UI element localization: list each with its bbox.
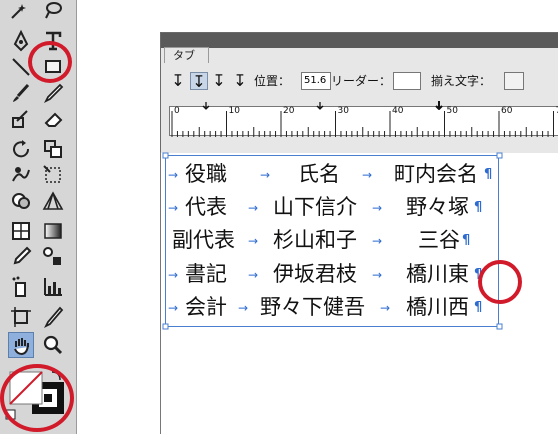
right-justified-tab-icon[interactable]: ↧ [210, 72, 228, 90]
tabs-panel: タブ ↧ ↧ ↧ ↧ 位置： 51.6 リーダー： 揃え文字： 0 10 20 30 4… [160, 32, 558, 153]
tab-marker-icon: → [168, 168, 179, 182]
frame-handle-top-left[interactable] [162, 152, 170, 160]
zoom-tool-icon[interactable] [40, 332, 66, 358]
name-cell: 杉山和子 [273, 228, 357, 252]
slice-tool-icon[interactable] [40, 304, 66, 330]
perspective-grid-icon[interactable] [40, 188, 66, 214]
mesh-tool-icon[interactable] [8, 218, 34, 244]
district-cell: 橋川西 [406, 295, 469, 319]
tab-marker-icon: → [168, 268, 179, 282]
tab-marker-icon: → [380, 301, 391, 315]
pilcrow-icon: ¶ [484, 167, 493, 182]
hand-tool-icon[interactable] [8, 332, 34, 358]
pilcrow-icon: ¶ [474, 200, 483, 215]
annotation-circle-fill-stroke [0, 364, 74, 432]
table-row: → 会計 → 野々下健吾 → 橋川西 ¶ [168, 293, 498, 321]
panel-tab-title[interactable]: タブ [164, 47, 209, 63]
align-on-label: 揃え文字： [431, 74, 492, 88]
name-cell: 伊坂君枝 [273, 262, 357, 286]
frame-handle-top-right[interactable] [496, 152, 504, 160]
gradient-tool-icon[interactable] [40, 218, 66, 244]
annotation-circle-frame-edge [478, 260, 522, 304]
annotation-circle-rectangle-tool [28, 41, 72, 83]
name-cell: 山下信介 [273, 195, 357, 219]
table-row: 副代表 → 杉山和子 → 三谷 ¶ [168, 226, 498, 254]
rotate-tool-icon[interactable] [8, 136, 34, 162]
tab-ruler[interactable]: 010203040506070 [169, 106, 558, 137]
center-justified-tab-icon[interactable]: ↧ [190, 72, 208, 91]
leader-label: リーダー： [331, 74, 392, 88]
tab-marker-icon: → [372, 201, 383, 215]
eyedropper-icon[interactable] [8, 244, 34, 270]
tab-marker-icon: → [168, 301, 179, 315]
pen-tool-icon[interactable] [8, 28, 34, 54]
tab-marker-icon: → [260, 168, 271, 182]
frame-handle-bottom-left[interactable] [162, 323, 170, 331]
role-cell: 書記 [185, 262, 227, 286]
name-cell: 氏名 [298, 162, 340, 186]
stage: タブ ↧ ↧ ↧ ↧ 位置： 51.6 リーダー： 揃え文字： 0 10 20 30 4… [0, 0, 558, 434]
tab-marker-icon: → [168, 201, 179, 215]
role-cell: 代表 [185, 195, 227, 219]
district-cell: 野々塚 [406, 195, 469, 219]
frame-handle-bottom-right[interactable] [496, 323, 504, 331]
position-label: 位置： [254, 74, 291, 88]
tab-marker-icon: → [248, 234, 259, 248]
blend-tool-icon[interactable] [40, 244, 66, 270]
name-cell: 野々下健吾 [260, 295, 365, 319]
align-on-field[interactable] [504, 72, 524, 90]
pilcrow-icon: ¶ [462, 233, 471, 248]
paintbrush-icon[interactable] [8, 80, 34, 106]
free-transform-icon[interactable] [40, 162, 66, 188]
district-cell: 町内会名 [394, 162, 478, 186]
warp-tool-icon[interactable] [8, 162, 34, 188]
scale-tool-icon[interactable] [40, 136, 66, 162]
panel-controls: ↧ ↧ ↧ ↧ 位置： 51.6 リーダー： 揃え文字： [161, 70, 558, 96]
shape-builder-icon[interactable] [8, 188, 34, 214]
graph-tool-icon[interactable] [40, 274, 66, 300]
leader-field[interactable] [393, 72, 421, 90]
lasso-icon[interactable] [40, 0, 66, 26]
role-cell: 会計 [185, 295, 227, 319]
blob-brush-icon[interactable] [8, 106, 34, 132]
left-justified-tab-icon[interactable]: ↧ [169, 72, 187, 90]
tab-marker-icon: → [372, 268, 383, 282]
magic-wand-icon[interactable] [8, 0, 34, 26]
tab-marker-icon: → [248, 201, 259, 215]
table-row: → 代表 → 山下信介 → 野々塚 ¶ [168, 193, 498, 221]
tab-marker-icon: → [248, 268, 259, 282]
district-cell: 橋川東 [406, 262, 469, 286]
symbol-sprayer-icon[interactable] [8, 274, 34, 300]
tab-marker-icon: → [362, 168, 373, 182]
pencil-icon[interactable] [40, 80, 66, 106]
tab-marker-icon: → [372, 234, 383, 248]
role-cell: 副代表 [172, 228, 235, 252]
table-row: → 役職 → 氏名 → 町内会名 ¶ [168, 160, 498, 188]
panel-titlebar[interactable] [161, 33, 558, 48]
tab-stop-markers[interactable] [168, 100, 558, 110]
align-to-decimal-tab-icon[interactable]: ↧ [231, 72, 249, 90]
tab-marker-icon: → [238, 301, 249, 315]
table-row: → 書記 → 伊坂君枝 → 橋川東 ¶ [168, 260, 498, 288]
eraser-icon[interactable] [40, 106, 66, 132]
artboard-tool-icon[interactable] [8, 304, 34, 330]
position-field[interactable]: 51.6 [301, 72, 331, 90]
pilcrow-icon: ¶ [474, 300, 483, 315]
role-cell: 役職 [185, 162, 227, 186]
district-cell: 三谷 [418, 228, 460, 252]
